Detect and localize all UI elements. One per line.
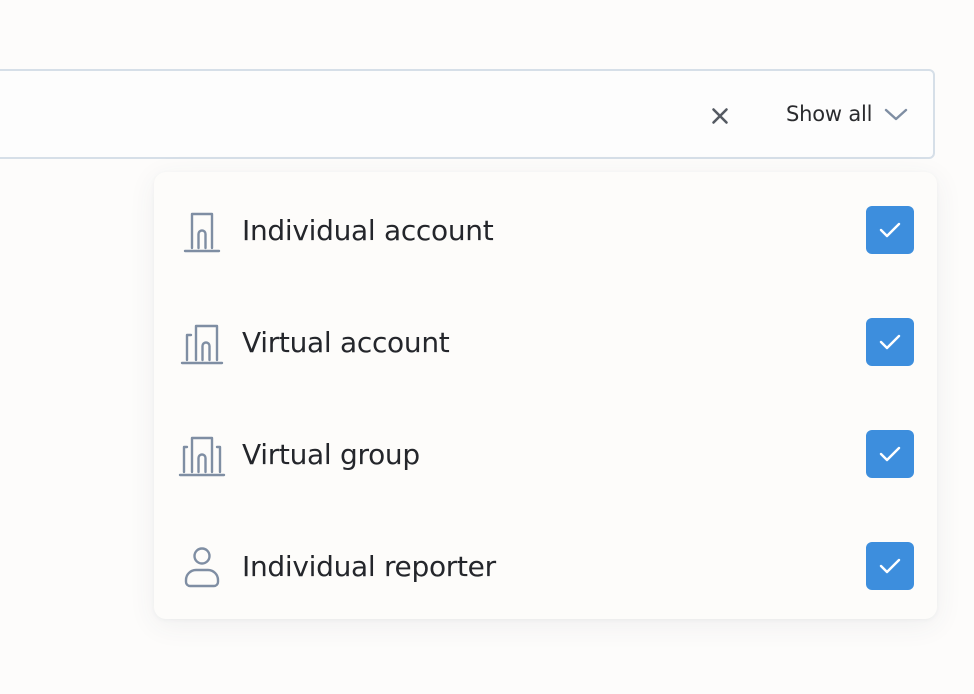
check-icon xyxy=(879,558,901,574)
option-individual-reporter[interactable]: Individual reporter xyxy=(154,510,937,622)
option-virtual-account[interactable]: Virtual account xyxy=(154,286,937,398)
close-icon xyxy=(712,108,728,124)
option-checkbox[interactable] xyxy=(866,318,914,366)
single-building-icon xyxy=(176,204,228,256)
account-type-dropdown: Individual account Virtual account Virtu… xyxy=(154,172,937,619)
page: Show all Individual account Virtual acco… xyxy=(0,0,974,694)
option-checkbox[interactable] xyxy=(866,542,914,590)
check-icon xyxy=(879,446,901,462)
check-icon xyxy=(879,222,901,238)
show-all-dropdown[interactable]: Show all xyxy=(786,96,908,132)
option-individual-account[interactable]: Individual account xyxy=(154,174,937,286)
option-checkbox[interactable] xyxy=(866,206,914,254)
option-label: Virtual group xyxy=(242,437,420,471)
option-checkbox[interactable] xyxy=(866,430,914,478)
double-building-icon xyxy=(176,316,228,368)
show-all-label: Show all xyxy=(786,102,873,126)
option-label: Individual account xyxy=(242,213,494,247)
option-label: Individual reporter xyxy=(242,549,496,583)
option-virtual-group[interactable]: Virtual group xyxy=(154,398,937,510)
clear-filter-button[interactable] xyxy=(706,102,734,130)
chevron-down-icon xyxy=(885,108,908,121)
triple-building-icon xyxy=(176,428,228,480)
person-icon xyxy=(176,540,228,592)
check-icon xyxy=(879,334,901,350)
option-label: Virtual account xyxy=(242,325,450,359)
